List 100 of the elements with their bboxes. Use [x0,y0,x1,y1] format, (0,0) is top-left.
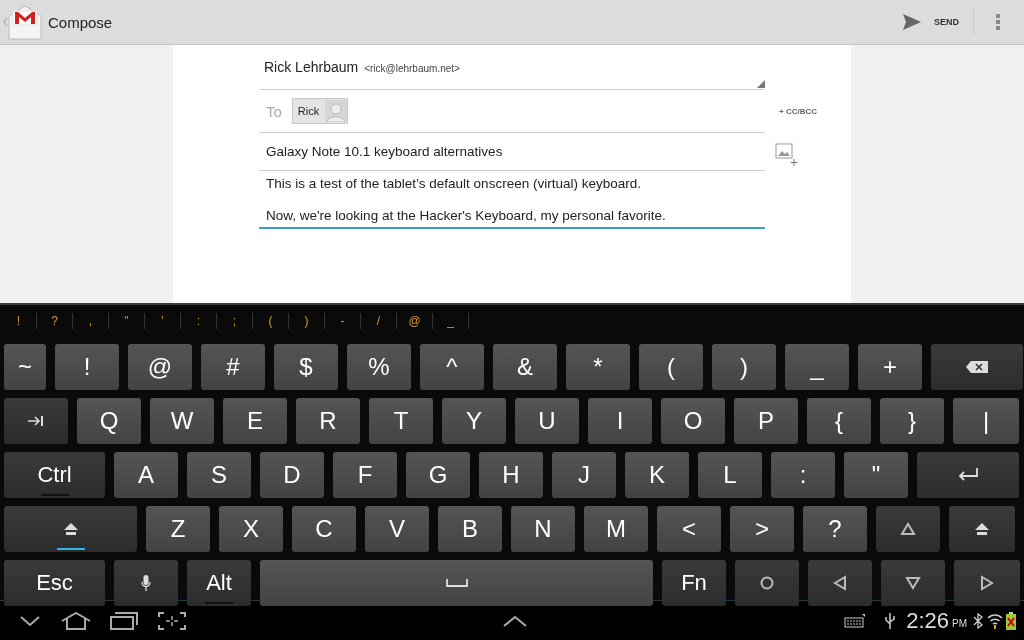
from-field[interactable]: Rick Lehrbaum <rick@lehrbaum.net> [259,45,765,90]
key[interactable]: _ [785,344,849,390]
key[interactable]: J [552,452,616,498]
key[interactable]: Y [442,398,506,444]
key[interactable]: { [807,398,871,444]
suggestion[interactable]: , [73,312,109,329]
key[interactable]: ~ [4,344,46,390]
enter-icon [957,468,979,482]
message-text: This is a test of the tablet’s default onscreen (virtual) keyboard. [266,176,642,191]
key[interactable]: * [566,344,630,390]
suggestion[interactable]: @ [397,312,433,329]
key[interactable]: ) [712,344,776,390]
overflow-menu-icon[interactable] [996,14,1000,30]
key[interactable]: Z [146,506,210,552]
suggestion[interactable]: ? [37,312,73,329]
screenshot-icon[interactable] [158,611,186,630]
key[interactable]: U [515,398,579,444]
key[interactable]: + [858,344,922,390]
key[interactable]: E [223,398,287,444]
subject-field[interactable]: Galaxy Note 10.1 keyboard alternatives [259,133,765,171]
shift-key[interactable] [949,506,1015,552]
suggestion[interactable]: - [325,312,361,329]
key[interactable]: K [625,452,689,498]
key[interactable]: ^ [420,344,484,390]
recipient-chip[interactable]: Rick [291,98,349,124]
recent-apps-icon[interactable] [110,611,138,630]
key[interactable]: R [296,398,360,444]
send-button[interactable]: SEND [888,13,973,31]
key[interactable]: O [661,398,725,444]
key[interactable]: > [730,506,794,552]
key[interactable]: I [588,398,652,444]
key[interactable]: : [771,452,835,498]
key[interactable]: H [479,452,543,498]
shift-icon [63,523,78,535]
key[interactable]: " [844,452,908,498]
message-body-field[interactable]: This is a test of the tablet’s default onscreen (virtual) keyboard. Now, we're looking at the Hacker's Keyboard, my personal favorite. [259,171,765,229]
key[interactable]: P [734,398,798,444]
key[interactable]: G [406,452,470,498]
key[interactable]: N [511,506,575,552]
left-triangle-icon [833,575,847,591]
sender-name: Rick Lehrbaum [264,59,359,75]
cc-bcc-button[interactable]: + CC/BCC [779,106,817,116]
suggestion[interactable]: / [361,312,397,329]
key[interactable]: < [657,506,721,552]
key[interactable]: D [260,452,324,498]
suggestion[interactable]: ) [289,312,325,329]
key[interactable]: % [347,344,411,390]
recipient-name: Rick [297,105,320,117]
key[interactable]: $ [274,344,338,390]
home-button[interactable] [8,4,42,40]
key[interactable]: # [201,344,265,390]
key[interactable]: F [333,452,397,498]
down-arrow-key[interactable] [881,560,945,606]
key[interactable]: B [438,506,502,552]
backspace-key[interactable] [931,344,1023,390]
modifier-key[interactable]: Fn [662,560,726,606]
right-arrow-key[interactable] [954,560,1020,606]
key[interactable]: ! [55,344,119,390]
modifier-key[interactable]: Esc [4,560,105,606]
wifi-icon [987,612,1003,629]
home-icon[interactable] [60,611,92,630]
tab-icon [28,415,44,427]
key[interactable]: L [698,452,762,498]
suggestion[interactable]: ' [145,312,181,329]
back-icon[interactable] [20,614,40,627]
key[interactable]: X [219,506,283,552]
key[interactable]: C [292,506,356,552]
suggestion[interactable]: ! [1,312,37,329]
key[interactable]: V [365,506,429,552]
attach-image-icon[interactable] [775,143,799,167]
suggestion[interactable]: ; [217,312,253,329]
space-bar-icon [445,579,468,587]
key[interactable]: Q [77,398,141,444]
to-label: To [266,102,282,120]
tab-key[interactable] [4,398,68,444]
suggestion[interactable]: _ [433,312,469,329]
modifier-key[interactable]: Alt [187,560,251,606]
dropdown-corner-icon [757,80,765,88]
up-arrow-key[interactable] [876,506,940,552]
up-chevron-icon[interactable] [503,614,528,627]
suggestion[interactable]: : [181,312,217,329]
key[interactable]: A [114,452,178,498]
microphone-key[interactable] [114,560,178,606]
key[interactable]: @ [128,344,192,390]
circle-key[interactable] [735,560,799,606]
key[interactable]: | [953,398,1019,444]
battery-icon [1006,611,1016,630]
key[interactable]: ( [639,344,703,390]
key[interactable]: ? [803,506,867,552]
suggestion[interactable]: " [109,312,145,329]
key[interactable]: M [584,506,648,552]
modifier-key[interactable]: Ctrl [4,452,105,498]
key[interactable]: & [493,344,557,390]
key[interactable]: T [369,398,433,444]
shift-key[interactable] [4,506,137,552]
key[interactable]: } [880,398,944,444]
left-arrow-key[interactable] [808,560,872,606]
key[interactable]: W [150,398,214,444]
key[interactable]: S [187,452,251,498]
suggestion[interactable]: ( [253,312,289,329]
